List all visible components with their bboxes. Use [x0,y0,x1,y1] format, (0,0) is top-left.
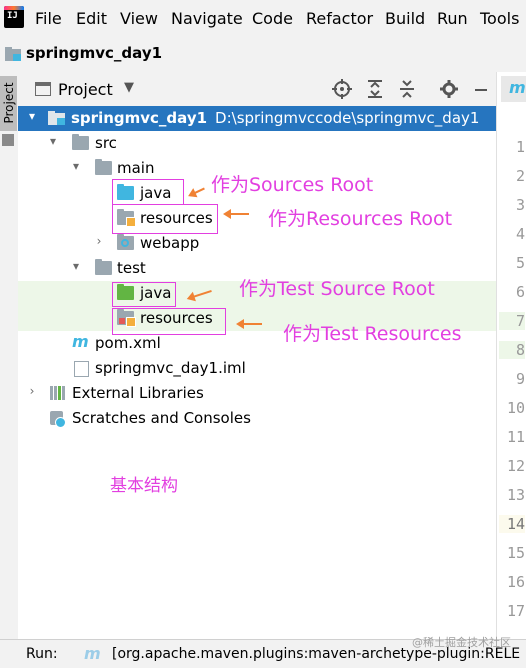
tree-label-main: main [117,159,155,177]
line-number: 15 [506,544,525,562]
minimize-icon[interactable] [470,78,492,100]
tree-label-scratches: Scratches and Consoles [72,409,251,427]
menu-bar: IJ File Edit View Navigate Code Refactor… [0,0,526,36]
tree-label-webapp: webapp [140,234,200,252]
locate-icon[interactable] [331,78,353,100]
line-number: 5 [515,254,525,272]
highlight-box-test-java [112,282,176,307]
line-number: 12 [506,457,525,475]
intellij-logo-icon: IJ [4,6,24,28]
line-number: 14 [499,515,525,533]
left-tool-strip: Project [0,72,19,639]
watermark: @稀土掘金技术社区 [412,636,511,649]
maven-icon: m [84,644,101,663]
gear-icon[interactable] [438,78,460,100]
module-folder-icon [48,111,65,125]
menu-tools[interactable]: Tools [480,9,519,29]
highlight-box-main-resources [112,204,218,234]
line-number: 13 [506,486,525,504]
menu-refactor[interactable]: Refactor [306,9,373,29]
web-folder-icon [117,234,134,250]
menu-run[interactable]: Run [437,9,468,29]
tree-label-external-libraries: External Libraries [72,384,204,402]
tree-label-test: test [117,259,146,277]
folder-icon [72,134,89,150]
tree-row-scratches[interactable]: Scratches and Consoles [18,406,496,431]
arrow-icon [223,209,249,219]
folder-icon [95,159,112,175]
line-number: 10 [506,399,525,417]
annotation-resources-root: 作为Resources Root [268,208,453,230]
root-path: D:\springmvccode\springmvc_day1 [215,109,480,127]
tree-label-pom: pom.xml [95,334,161,352]
maven-icon: m [509,78,526,97]
tree-label-iml: springmvc_day1.iml [95,359,246,377]
line-number: 16 [506,573,525,591]
project-view-icon [35,82,51,96]
tree-row-root[interactable]: ▾ springmvc_day1 D:\springmvccode\springm… [18,106,496,131]
project-panel-header: Project ▼ [18,72,496,107]
folder-icon [95,259,112,275]
structure-tool-icon[interactable] [2,134,14,146]
menu-view[interactable]: View [120,9,158,29]
tree-row-src[interactable]: ▾ src [18,131,496,156]
breadcrumb-project[interactable]: springmvc_day1 [26,44,162,62]
chevron-down-icon[interactable]: ▼ [124,80,134,95]
breadcrumb: springmvc_day1 [0,36,526,73]
annotation-test-source-root: 作为Test Source Root [239,278,435,300]
line-number: 8 [499,341,525,359]
panel-title[interactable]: Project [58,80,113,99]
chevron-right-icon[interactable]: › [93,234,105,248]
menu-edit[interactable]: Edit [76,9,107,29]
line-number: 9 [515,370,525,388]
chevron-down-icon[interactable]: ▾ [70,159,82,173]
project-folder-icon [5,47,21,61]
line-number: 4 [515,225,525,243]
tree-row-external-libraries[interactable]: › External Libraries [18,381,496,406]
line-number: 3 [515,196,525,214]
chevron-right-icon[interactable]: › [26,384,38,398]
chevron-down-icon[interactable]: ▾ [47,134,59,148]
line-number: 2 [515,167,525,185]
collapse-all-icon[interactable] [396,78,418,100]
root-name: springmvc_day1 [71,109,208,127]
expand-all-icon[interactable] [364,78,386,100]
tree-label-src: src [95,134,117,152]
line-number: 7 [499,312,525,330]
line-number: 1 [515,138,525,156]
maven-icon: m [72,332,89,351]
annotation-test-resources: 作为Test Resources [283,323,462,345]
project-tool-tab[interactable]: Project [0,76,17,131]
caption-basic-structure: 基本结构 [110,476,178,496]
line-number: 17 [506,602,525,620]
iml-file-icon [74,361,89,377]
library-icon [50,386,67,400]
menu-file[interactable]: File [35,9,62,29]
menu-build[interactable]: Build [385,9,425,29]
tree-row-webapp[interactable]: › webapp [18,231,496,256]
project-tree: ▾ springmvc_day1 D:\springmvccode\springm… [18,106,496,639]
highlight-box-test-resources [112,308,226,335]
arrow-icon [236,319,262,329]
line-number: 6 [515,283,525,301]
tree-row-iml[interactable]: springmvc_day1.iml [18,356,496,381]
line-number: 11 [506,428,525,446]
scratches-icon [50,411,66,428]
menu-navigate[interactable]: Navigate [171,9,243,29]
highlight-box-main-java [112,179,184,205]
run-label[interactable]: Run: [26,646,58,662]
chevron-down-icon[interactable]: ▾ [70,259,82,273]
editor-tab[interactable]: m [501,76,526,102]
annotation-sources-root: 作为Sources Root [211,174,374,196]
chevron-down-icon[interactable]: ▾ [26,109,38,123]
editor-gutter: m 1 2 3 4 5 6 7 8 9 10 11 12 13 14 15 16 17 [496,72,526,639]
menu-code[interactable]: Code [252,9,293,29]
